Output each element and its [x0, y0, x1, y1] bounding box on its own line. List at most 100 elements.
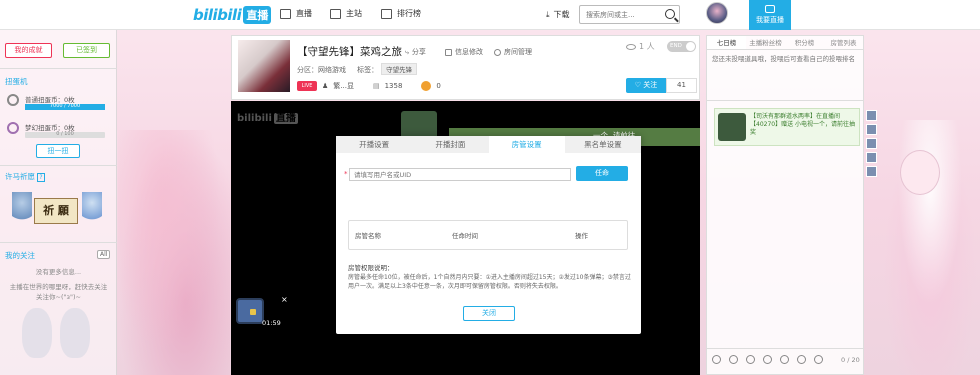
viewer-count: 1 人: [626, 41, 655, 52]
permission-description: 房管最多任命10位，被任命后，1个自然月内只要：①进入主播房间超过15天；②发过…: [348, 274, 631, 290]
share-icon: ⤷: [405, 47, 409, 56]
anime-character-face: [900, 150, 940, 195]
top-navbar: bilibili 直播 直播 主站 排行榜 ⤓ 下载 我要直播: [0, 0, 980, 30]
end-live-toggle[interactable]: END: [667, 41, 696, 52]
tag-chip[interactable]: 守望先锋: [381, 63, 418, 75]
thumbnail-item[interactable]: [866, 152, 877, 163]
user-icon: ♟: [322, 82, 329, 90]
watermark-tag: 直播: [273, 113, 298, 124]
nav-main-site[interactable]: 主站: [330, 8, 362, 19]
ranking-tabs: 七日榜 主播粉丝榜 积分榜 房管列表: [707, 36, 863, 50]
tab-points[interactable]: 积分榜: [785, 36, 824, 49]
chat-panel: 七日榜 主播粉丝榜 积分榜 房管列表 您还未投喂道具哦，投喂后可查看自己的投喂排…: [706, 35, 864, 375]
download-icon: ⤓: [546, 9, 550, 19]
thumbnail-item[interactable]: [866, 124, 877, 135]
fans-icon: ▤: [372, 82, 380, 90]
tv-icon: [330, 8, 341, 19]
uid-input[interactable]: [349, 168, 571, 181]
dream-progress-text: 0 / 100: [56, 131, 74, 137]
chibi-character-left: [22, 308, 52, 358]
tab-room-admin[interactable]: 房管设置: [488, 136, 565, 153]
my-achievements-button[interactable]: 我的成就: [5, 43, 52, 58]
close-button[interactable]: 关闭: [463, 306, 515, 321]
edit-icon: [445, 48, 452, 56]
thumbnail-item[interactable]: [866, 166, 877, 177]
draw-button-label: 扭一扭: [47, 147, 69, 155]
room-manage-link[interactable]: 房间管理: [494, 47, 532, 57]
nav-live[interactable]: 直播: [280, 8, 312, 19]
wish-character-right: [82, 192, 102, 228]
fans-count: 1358: [384, 82, 403, 90]
thumbnail-item[interactable]: [866, 110, 877, 121]
chat-toolbar: [712, 355, 823, 364]
normal-egg-progress: 7000 / 7000: [25, 103, 105, 110]
logo-tag: 直播: [243, 5, 272, 24]
follow-label: 关注: [643, 81, 658, 89]
ranking-note: 您还未投喂道具哦，投喂后可查看自己的投喂排名: [712, 55, 855, 63]
eye-icon: [626, 43, 636, 50]
help-icon[interactable]: ?: [37, 173, 45, 182]
download-label: 下载: [553, 10, 570, 19]
background-art-left: [118, 130, 230, 375]
gift-message-text: 【司沃有那群道水两率】在直播间【40270】赠送 小电视一个，请前往抽奖: [750, 113, 855, 136]
search-box: [579, 5, 680, 24]
wish-board: 祈 願: [34, 198, 78, 224]
wish-title-text: 许马祈愿: [5, 172, 35, 181]
trash-icon[interactable]: [763, 355, 772, 364]
signed-in-button[interactable]: 已签到: [63, 43, 110, 58]
nav-ranking[interactable]: 排行榜: [381, 8, 421, 19]
treasure-chest-icon[interactable]: [236, 298, 264, 324]
divider: [707, 100, 863, 101]
tab-seven-day[interactable]: 七日榜: [707, 36, 746, 49]
thumbnail-item[interactable]: [866, 138, 877, 149]
divider: [0, 242, 117, 243]
heart-icon: ♡: [634, 81, 642, 89]
modal-tabs: 开播设置 开播封面 房管设置 黑名单设置: [336, 136, 641, 153]
follow-button[interactable]: ♡ 关注: [626, 78, 666, 93]
go-live-button[interactable]: 我要直播: [749, 0, 791, 30]
block-icon[interactable]: [780, 355, 789, 364]
viewer-count-text: 1 人: [639, 42, 655, 51]
bell-icon[interactable]: [814, 355, 823, 364]
chest-timer: 01:59: [262, 319, 281, 327]
gift-message[interactable]: 【司沃有那群道水两率】在直播间【40270】赠送 小电视一个，请前往抽奖: [714, 108, 860, 146]
search-icon[interactable]: [665, 9, 675, 19]
bilibili-live-logo[interactable]: bilibili 直播: [193, 5, 272, 24]
room-cover[interactable]: [238, 40, 290, 92]
tab-admin-list[interactable]: 房管列表: [824, 36, 863, 49]
appoint-button[interactable]: 任命: [576, 166, 628, 181]
danmaku-icon[interactable]: [746, 355, 755, 364]
category-value[interactable]: 网络游戏: [318, 66, 346, 74]
wish-banner[interactable]: 祈 願: [12, 190, 102, 230]
fire-icon[interactable]: [729, 355, 738, 364]
tab-blacklist[interactable]: 黑名单设置: [565, 136, 641, 153]
nav-live-label: 直播: [296, 9, 312, 18]
room-settings-modal: 开播设置 开播封面 房管设置 黑名单设置 * 任命 房管名称 任命时间 操作 房…: [336, 136, 641, 334]
player-watermark: bilibili 直播: [237, 109, 298, 124]
all-filter[interactable]: All: [97, 250, 111, 259]
share-link[interactable]: ⤷ 分享: [405, 47, 426, 57]
streamer-name[interactable]: 繁...显: [333, 81, 354, 91]
watermark-text: bilibili: [237, 113, 272, 124]
chest-close-icon[interactable]: ×: [281, 295, 288, 304]
coin-icon: [421, 81, 432, 91]
tab-fan-rank[interactable]: 主播粉丝榜: [746, 36, 785, 49]
empty-message: 没有更多信息...: [35, 268, 82, 276]
monitor-icon: [280, 8, 291, 19]
share-label: 分享: [411, 48, 426, 56]
play-icon[interactable]: [797, 355, 806, 364]
user-avatar[interactable]: [706, 2, 728, 24]
coin-count: 0: [436, 82, 441, 90]
draw-button[interactable]: 扭一扭: [36, 144, 80, 158]
tab-live-settings[interactable]: 开播设置: [336, 136, 412, 153]
search-input[interactable]: [580, 6, 660, 23]
edit-info-link[interactable]: 信息修改: [445, 47, 483, 57]
tab-live-cover[interactable]: 开播封面: [412, 136, 488, 153]
admin-table: 房管名称 任命时间 操作: [348, 220, 628, 250]
emoji-icon[interactable]: [712, 355, 721, 364]
ranking-icon: [381, 8, 392, 19]
download-link[interactable]: ⤓ 下载: [546, 9, 570, 20]
go-live-label: 我要直播: [756, 16, 784, 24]
chat-char-count: 0 / 20: [841, 356, 860, 364]
chibi-character-right: [60, 308, 90, 358]
